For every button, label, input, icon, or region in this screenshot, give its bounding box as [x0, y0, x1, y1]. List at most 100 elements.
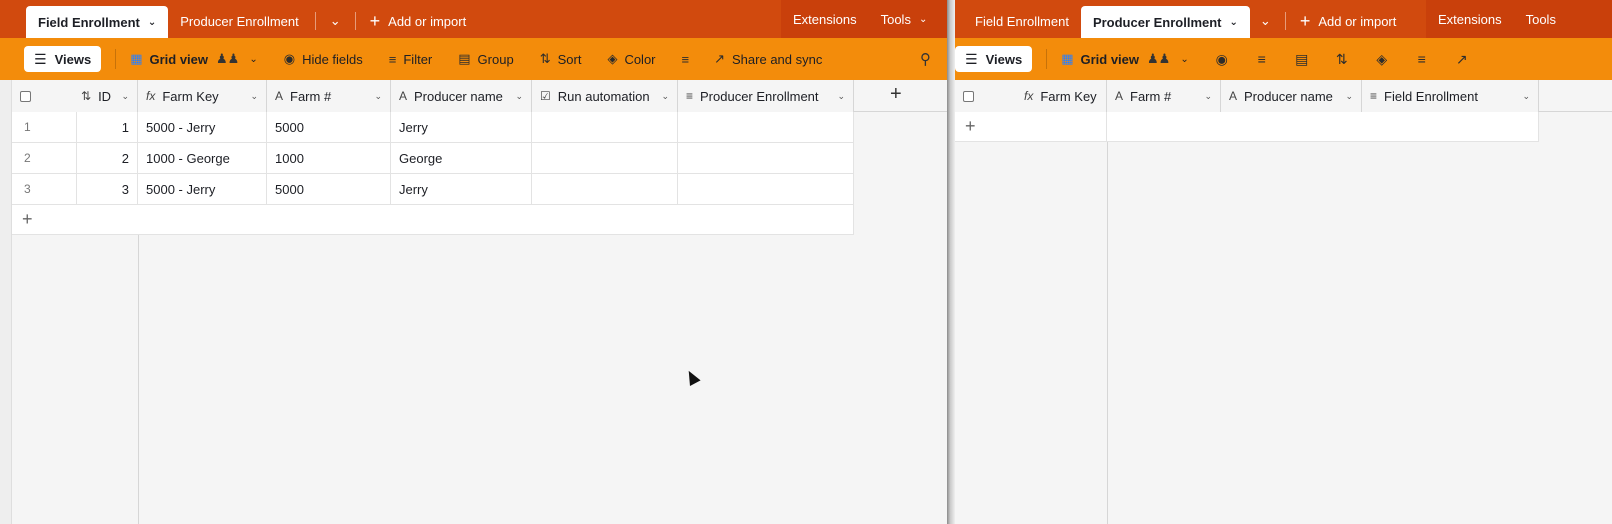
- cell-farm-key[interactable]: 5000 - Jerry: [138, 112, 267, 143]
- column-header-producer-name[interactable]: A Producer name ⌄: [391, 80, 532, 112]
- tab-producer-enrollment[interactable]: Producer Enrollment ⌄: [1080, 6, 1250, 38]
- grid-view-button[interactable]: ▦ Grid view ♟♟ ⌄: [130, 51, 258, 67]
- filter-button[interactable]: ≡ Filter: [389, 52, 432, 67]
- cell-run-automation[interactable]: [532, 112, 678, 143]
- tab-producer-enrollment[interactable]: Producer Enrollment: [168, 6, 311, 36]
- chevron-down-icon[interactable]: ⌄: [515, 91, 523, 102]
- cell-producer-name[interactable]: George: [391, 143, 532, 174]
- column-label: Producer Enrollment: [700, 88, 819, 104]
- grid-view-label: Grid view: [1080, 51, 1140, 67]
- color-button[interactable]: ◈ Color: [607, 51, 655, 67]
- plus-icon: +: [1299, 11, 1311, 31]
- add-record-button[interactable]: +: [955, 112, 1107, 142]
- chevron-down-icon[interactable]: ⌄: [148, 17, 156, 28]
- cell-producer-enrollment[interactable]: [678, 143, 854, 174]
- cell-farm-number[interactable]: 1000: [267, 143, 391, 174]
- add-or-import-button[interactable]: + Add or import: [1290, 6, 1407, 36]
- select-all-checkbox[interactable]: [20, 90, 31, 102]
- tab-label: Field Enrollment: [38, 14, 140, 30]
- group-button[interactable]: ▤ Group: [458, 51, 513, 67]
- row-height-icon[interactable]: ≡: [1407, 51, 1437, 67]
- column-header-farm-key[interactable]: fx Farm Key ⌄: [138, 80, 267, 112]
- text-icon: A: [399, 89, 408, 103]
- filter-icon: ≡: [388, 51, 397, 67]
- grid: ⇅ ID ⌄ fx Farm Key ⌄ A Farm # ⌄ A Produc…: [0, 80, 947, 524]
- chevron-down-icon[interactable]: ⌄: [837, 91, 845, 102]
- cell-producer-name[interactable]: Jerry: [391, 112, 532, 143]
- column-header-farm-number[interactable]: A Farm # ⌄: [267, 80, 391, 112]
- cell-farm-number[interactable]: 5000: [267, 112, 391, 143]
- sort-button[interactable]: ⇅ Sort: [540, 51, 582, 67]
- filter-label: Filter: [403, 51, 433, 67]
- cell-producer-enrollment[interactable]: [678, 174, 854, 205]
- tab-bar-right: Extensions Tools: [1426, 0, 1612, 38]
- chevron-down-icon[interactable]: ⌄: [1204, 91, 1212, 102]
- select-all-checkbox[interactable]: [963, 90, 974, 102]
- eye-slash-icon[interactable]: ◉: [1207, 51, 1237, 68]
- column-label: Farm #: [1130, 88, 1172, 104]
- row-number: 3: [12, 174, 77, 205]
- tools-button[interactable]: Tools: [1514, 0, 1568, 38]
- filter-icon[interactable]: ≡: [1247, 51, 1277, 67]
- grid-view-label: Grid view: [149, 51, 209, 67]
- cell-id[interactable]: 2: [77, 143, 138, 174]
- chevron-down-icon[interactable]: ⌄: [250, 91, 258, 102]
- search-icon[interactable]: ⚲: [920, 50, 931, 68]
- link-icon: ≡: [686, 89, 694, 103]
- sort-icon[interactable]: ⇅: [1327, 51, 1357, 68]
- chevron-down-icon[interactable]: ⌄: [661, 91, 669, 102]
- plus-icon: +: [22, 209, 33, 229]
- extensions-button[interactable]: Extensions: [1426, 0, 1514, 38]
- share-and-sync-button[interactable]: ↗ Share and sync: [714, 51, 822, 67]
- checkbox-icon: ☑: [540, 89, 551, 103]
- column-header-run-automation[interactable]: ☑ Run automation ⌄: [532, 80, 678, 112]
- column-header-producer-name[interactable]: A Producer name ⌄: [1221, 80, 1362, 112]
- extensions-label: Extensions: [793, 11, 857, 27]
- column-header-farm-key[interactable]: fx Farm Key: [955, 80, 1107, 112]
- chevron-down-icon[interactable]: ⌄: [121, 91, 129, 102]
- cell-farm-key[interactable]: 5000 - Jerry: [138, 174, 267, 205]
- add-or-import-label: Add or import: [1318, 13, 1397, 29]
- column-header-producer-enrollment[interactable]: ≡ Producer Enrollment ⌄: [678, 80, 854, 112]
- group-icon[interactable]: ▤: [1287, 51, 1317, 68]
- left-window: Field Enrollment ⌄ Producer Enrollment ⌄…: [0, 0, 947, 524]
- more-tables-button[interactable]: ⌄: [1250, 6, 1281, 36]
- plus-icon: +: [369, 11, 381, 31]
- chevron-down-icon[interactable]: ⌄: [1230, 17, 1238, 28]
- cell-run-automation[interactable]: [532, 174, 678, 205]
- add-or-import-button[interactable]: + Add or import: [360, 6, 477, 36]
- chevron-down-icon[interactable]: ⌄: [374, 91, 382, 102]
- add-or-import-label: Add or import: [388, 13, 467, 29]
- chevron-down-icon[interactable]: ⌄: [1345, 91, 1353, 102]
- column-header-id[interactable]: ⇅ ID ⌄: [12, 80, 138, 112]
- cell-farm-number[interactable]: 5000: [267, 174, 391, 205]
- cell-run-automation[interactable]: [532, 143, 678, 174]
- cell-id[interactable]: 3: [77, 174, 138, 205]
- cell-producer-name[interactable]: Jerry: [391, 174, 532, 205]
- hamburger-icon: ☰: [965, 50, 978, 67]
- views-button[interactable]: ☰ Views: [955, 46, 1033, 72]
- view-toolbar: ☰ Views ▦ Grid view ♟♟ ⌄ ◉ Hide fields ≡…: [0, 38, 947, 80]
- column-header-farm-number[interactable]: A Farm # ⌄: [1107, 80, 1221, 112]
- grid-view-button[interactable]: ▦ Grid view ♟♟ ⌄: [1061, 51, 1189, 67]
- link-icon: ≡: [1370, 89, 1378, 103]
- add-record-row[interactable]: [1107, 112, 1539, 142]
- share-icon[interactable]: ↗: [1447, 51, 1477, 68]
- paint-bucket-icon[interactable]: ◈: [1367, 51, 1397, 68]
- extensions-button[interactable]: Extensions: [781, 0, 869, 38]
- cell-id[interactable]: 1: [77, 112, 138, 143]
- chevron-down-icon: ⌄: [1259, 13, 1271, 28]
- column-header-field-enrollment[interactable]: ≡ Field Enrollment ⌄: [1362, 80, 1539, 112]
- cell-farm-key[interactable]: 1000 - George: [138, 143, 267, 174]
- hide-fields-button[interactable]: ◉ Hide fields: [284, 51, 363, 67]
- chevron-down-icon[interactable]: ⌄: [1522, 91, 1530, 102]
- tab-field-enrollment[interactable]: Field Enrollment ⌄: [26, 6, 169, 38]
- tab-field-enrollment[interactable]: Field Enrollment: [963, 6, 1081, 36]
- add-field-button[interactable]: +: [890, 83, 902, 106]
- add-record-button[interactable]: +: [12, 205, 854, 235]
- views-button[interactable]: ☰ Views: [24, 46, 102, 72]
- more-tables-button[interactable]: ⌄: [320, 6, 351, 36]
- row-height-button[interactable]: ≡: [682, 52, 697, 67]
- cell-producer-enrollment[interactable]: [678, 112, 854, 143]
- tools-button[interactable]: Tools ⌄: [869, 0, 940, 38]
